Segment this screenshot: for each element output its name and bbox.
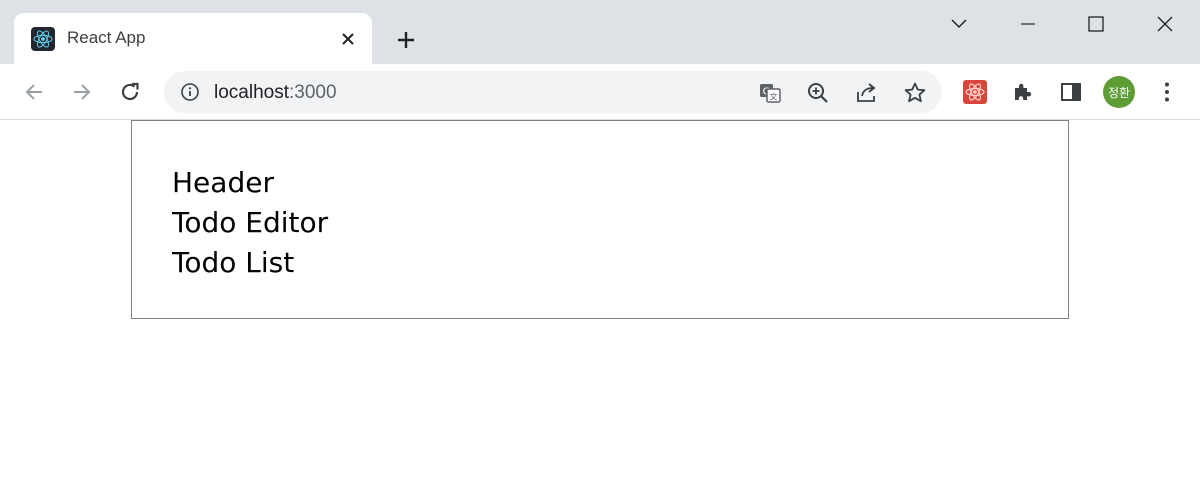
tab-strip: React App [0,0,1200,64]
profile-avatar[interactable]: 정환 [1103,76,1135,108]
zoom-icon[interactable] [805,80,831,106]
side-panel-icon[interactable] [1057,78,1085,106]
puzzle-extensions-icon[interactable] [1009,78,1037,106]
plus-icon[interactable] [392,26,420,54]
share-icon[interactable] [854,80,880,106]
site-info-icon[interactable] [179,81,201,103]
todo-editor-text: Todo Editor [172,206,329,239]
header-text: Header [172,166,274,199]
reload-icon[interactable] [116,78,144,106]
back-arrow-icon[interactable] [20,78,48,106]
menu-kebab-icon[interactable] [1153,78,1181,106]
todo-list-text: Todo List [172,246,295,279]
tab-react-app[interactable]: React App [14,13,372,64]
svg-text:文: 文 [770,92,778,102]
close-window-icon[interactable] [1151,10,1179,38]
translate-icon[interactable]: G 文 [757,80,783,106]
react-logo-icon [31,27,55,51]
bookmark-star-icon[interactable] [902,80,928,106]
maximize-icon[interactable] [1082,10,1110,38]
app-container: Header Todo Editor Todo List [131,120,1069,319]
browser-toolbar: localhost:3000 G 文 [0,64,1200,120]
url-port: :3000 [289,82,337,103]
app-text-block: Header Todo Editor Todo List [172,163,328,283]
url-text[interactable]: localhost:3000 [214,82,337,104]
react-devtools-icon[interactable] [961,78,989,106]
tab-close-icon[interactable] [336,27,360,51]
page-viewport: Header Todo Editor Todo List [0,120,1200,482]
tab-title: React App [67,28,146,47]
forward-arrow-icon[interactable] [68,78,96,106]
tab-search-icon[interactable] [945,10,973,38]
url-host: localhost [214,82,289,103]
minimize-icon[interactable] [1014,10,1042,38]
address-bar[interactable]: localhost:3000 G 文 [164,71,942,113]
